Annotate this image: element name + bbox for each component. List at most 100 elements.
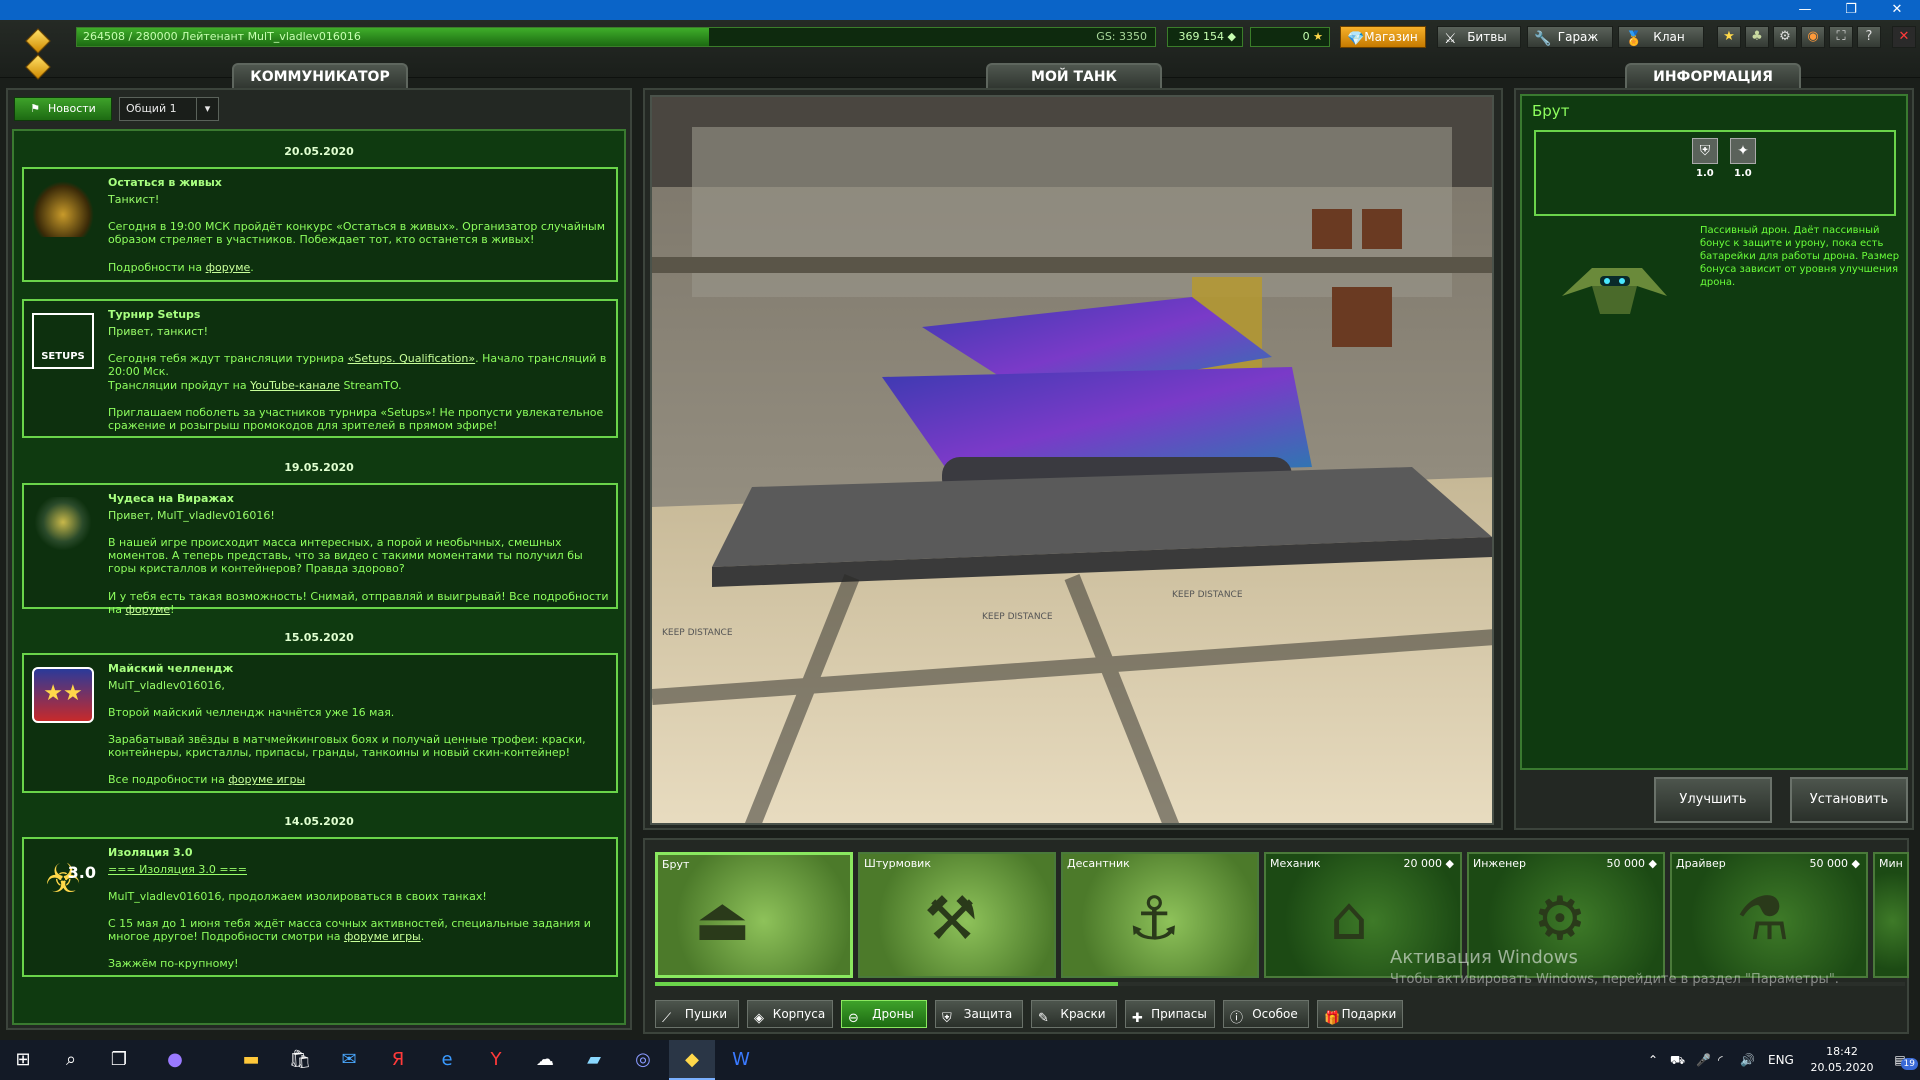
upgrade-button[interactable]: Улучшить: [1654, 777, 1772, 823]
close-icon[interactable]: ✕: [1874, 0, 1920, 20]
exit-icon[interactable]: ✕: [1892, 26, 1916, 48]
forum-link[interactable]: форуме игры: [228, 773, 305, 786]
fullscreen-icon[interactable]: ⛶: [1829, 26, 1853, 48]
cortana-icon[interactable]: ●: [152, 1040, 198, 1080]
news-body: MulT_vladlev016016, продолжаем изолирова…: [108, 890, 487, 903]
news-title: Турнир Setups: [108, 308, 201, 321]
garage-icon: 🔧: [1534, 31, 1552, 47]
category-label: Корпуса: [772, 1007, 826, 1021]
news-title: Чудеса на Виражах: [108, 492, 234, 505]
gear-score: GS: 3350: [1096, 30, 1147, 43]
install-button[interactable]: Установить: [1790, 777, 1908, 823]
stat-value: 1.0: [1696, 168, 1714, 179]
notifications-icon[interactable]: ▤ 19: [1880, 1040, 1920, 1080]
forum-link[interactable]: форуме: [206, 261, 251, 274]
chat-icon[interactable]: ☁: [522, 1040, 568, 1080]
missions-star-icon[interactable]: ★: [1717, 26, 1741, 48]
category-supplies[interactable]: ✚ Припасы: [1125, 1000, 1215, 1028]
forum-link[interactable]: форуме: [125, 603, 170, 616]
news-card[interactable]: SETUPS Турнир Setups Привет, танкист! Се…: [22, 299, 618, 438]
category-paints[interactable]: ✎ Краски: [1031, 1000, 1117, 1028]
minimize-icon[interactable]: —: [1782, 0, 1828, 20]
news-text: Подробности на: [108, 261, 206, 274]
settings-gear-icon[interactable]: ⚙: [1773, 26, 1797, 48]
tank-thumbnail-icon: [32, 181, 94, 237]
news-button[interactable]: ⚑ Новости: [14, 97, 112, 121]
channel-value: Общий 1: [126, 102, 177, 115]
isolation-link[interactable]: === Изоляция 3.0 ===: [108, 863, 247, 876]
tanki-icon[interactable]: ◆: [669, 1040, 715, 1080]
gun-icon: ⟋: [662, 1011, 672, 1026]
clock[interactable]: 18:42 20.05.2020: [1806, 1044, 1878, 1076]
news-card[interactable]: ★★ Майский челлендж MulT_vladlev016016, …: [22, 653, 618, 793]
shop-button[interactable]: 💎 Магазин: [1340, 26, 1426, 48]
garage-button[interactable]: 🔧 Гараж: [1527, 26, 1613, 48]
achievements-icon[interactable]: ♣: [1745, 26, 1769, 48]
category-gifts[interactable]: 🎁 Подарки: [1317, 1000, 1403, 1028]
drone-price: 50 000 ◆: [1810, 857, 1860, 870]
setups-link[interactable]: «Setups. Qualification»: [348, 352, 475, 365]
news-date: 15.05.2020: [284, 631, 354, 644]
sound-icon[interactable]: ◉: [1801, 26, 1825, 48]
category-protection[interactable]: ⛨ Защита: [935, 1000, 1023, 1028]
drone-name: Штурмовик: [864, 857, 931, 870]
yandex-icon[interactable]: Я: [375, 1040, 421, 1080]
price-value: 20 000: [1403, 857, 1443, 870]
tab-my-tank[interactable]: МОЙ ТАНК: [986, 63, 1162, 89]
news-card[interactable]: Чудеса на Виражах Привет, MulT_vladlev01…: [22, 483, 618, 616]
category-guns[interactable]: ⟋ Пушки: [655, 1000, 739, 1028]
news-text: StreamTO.: [339, 379, 402, 392]
news-text: Сегодня тебя ждут трансляции турнира: [108, 352, 348, 365]
news-card[interactable]: ☣ 3.0 Изоляция 3.0 === Изоляция 3.0 === M…: [22, 837, 618, 977]
volume-icon[interactable]: 🔊: [1740, 1040, 1755, 1080]
channel-select[interactable]: Общий 1 ▾: [119, 97, 219, 121]
forum-link[interactable]: форуме игры: [344, 930, 421, 943]
language-indicator[interactable]: ENG: [1768, 1040, 1794, 1080]
category-special[interactable]: ⓘ Особое: [1223, 1000, 1309, 1028]
stat-value: 1.0: [1734, 168, 1752, 179]
store-icon[interactable]: 🛍: [277, 1040, 323, 1080]
category-drones[interactable]: ⊖ Дроны: [841, 1000, 927, 1028]
word-icon[interactable]: W: [718, 1040, 764, 1080]
task-view-icon[interactable]: ❐: [96, 1040, 142, 1080]
tab-information[interactable]: ИНФОРМАЦИЯ: [1625, 63, 1801, 89]
tray-chevron-icon[interactable]: ⌃: [1648, 1040, 1658, 1080]
crystals-counter: 369 154 ◆: [1167, 27, 1243, 47]
discord-icon[interactable]: ◎: [620, 1040, 666, 1080]
microphone-icon[interactable]: 🎤: [1696, 1040, 1711, 1080]
news-label: Новости: [48, 102, 96, 115]
tray-app-icon[interactable]: ⛟: [1670, 1040, 1685, 1080]
category-hulls[interactable]: ◈ Корпуса: [747, 1000, 833, 1028]
wings-emblem-icon: [32, 497, 94, 553]
news-greeting: Привет, MulT_vladlev016016!: [108, 509, 275, 522]
restore-icon[interactable]: ❐: [1828, 0, 1874, 20]
floor-marking-text: KEEP DISTANCE: [982, 612, 1053, 622]
youtube-link[interactable]: YouTube-канале: [250, 379, 340, 392]
drone-icon: ⚒: [924, 884, 978, 954]
drone-card-shturmovik[interactable]: Штурмовик ⚒: [858, 852, 1056, 978]
search-icon[interactable]: ⌕: [48, 1040, 94, 1080]
help-icon[interactable]: ?: [1857, 26, 1881, 48]
drone-card-brut[interactable]: Брут ⏏: [655, 852, 853, 978]
tab-communicator[interactable]: КОММУНИКАТОР: [232, 63, 408, 89]
item-name: Брут: [1532, 102, 1570, 120]
news-card[interactable]: Остаться в живых Танкист! Сегодня в 19:0…: [22, 167, 618, 282]
floor-marking-text: KEEP DISTANCE: [1172, 590, 1243, 600]
garage-scene[interactable]: KEEP DISTANCE KEEP DISTANCE KEEP DISTANC…: [650, 95, 1494, 825]
items-scrollbar-thumb[interactable]: [655, 982, 1118, 986]
file-explorer-icon[interactable]: ▬: [228, 1040, 274, 1080]
drone-card-desantnik[interactable]: Десантник ⚓: [1061, 852, 1259, 978]
battles-button[interactable]: ⚔ Битвы: [1437, 26, 1521, 48]
clan-button[interactable]: 🏅 Клан: [1618, 26, 1704, 48]
notepad-icon[interactable]: ▰: [571, 1040, 617, 1080]
edge-icon[interactable]: e: [424, 1040, 470, 1080]
wifi-icon[interactable]: ◜: [1718, 1040, 1723, 1080]
shield-icon: ⛨: [1692, 138, 1718, 164]
drone-card-drayver[interactable]: Драйвер 50 000 ◆ ⚗: [1670, 852, 1868, 978]
news-title: Изоляция 3.0: [108, 846, 193, 859]
yandex-browser-icon[interactable]: Y: [473, 1040, 519, 1080]
price-value: 50 000: [1809, 857, 1849, 870]
start-icon[interactable]: ⊞: [0, 1040, 46, 1080]
drone-card-min[interactable]: Мин: [1873, 852, 1909, 978]
mail-icon[interactable]: ✉: [326, 1040, 372, 1080]
